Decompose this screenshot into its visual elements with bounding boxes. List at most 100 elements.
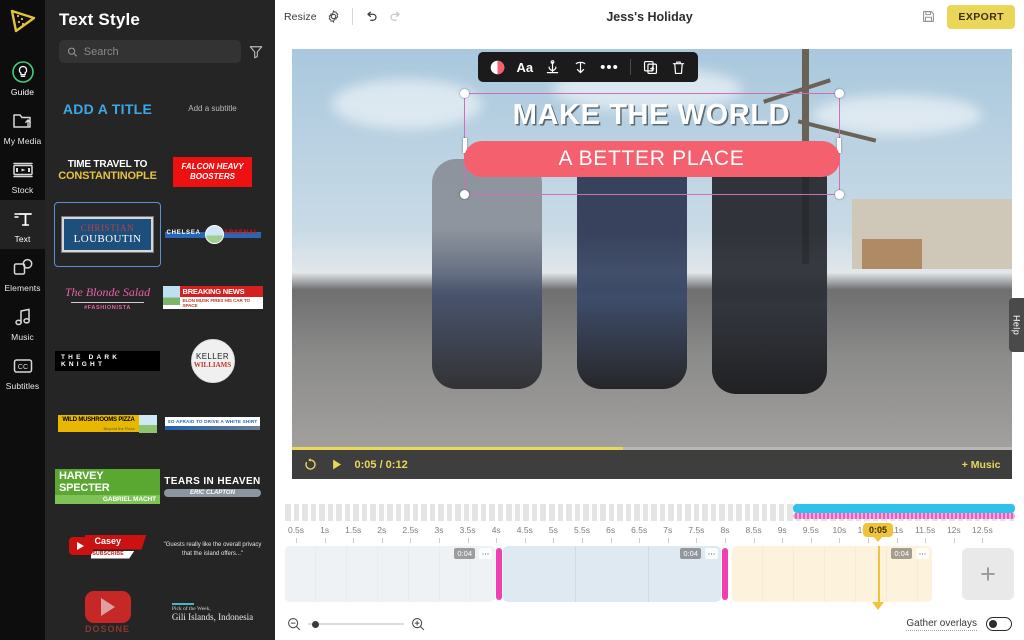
ruler-ticks (275, 538, 1024, 544)
text-template-chelsea-arsenal[interactable]: CHELSEA ARSENAL (160, 203, 265, 266)
trash-icon[interactable] (670, 59, 687, 76)
ruler-tick (839, 538, 841, 543)
top-toolbar: Resize Jess's Holiday EXPORT (275, 0, 1024, 33)
app-logo[interactable] (9, 8, 37, 39)
folder-upload-icon (12, 114, 31, 128)
loop-icon[interactable] (303, 457, 318, 472)
timeline-ruler[interactable]: 0.5s 1s 1.5s 2s 2.5s 3s 3.5s 4s 4.5s 5s 5.5s 6s 6.5s… (275, 498, 1024, 546)
ruler-tick (296, 538, 297, 543)
clip-duration: 0:04 (680, 548, 701, 559)
sidebar-item-guide[interactable]: Guide (0, 53, 45, 102)
overlay-text-line2[interactable]: A BETTER PLACE (463, 141, 840, 177)
video-preview[interactable]: Aa ••• MAKE THE WORLD A BETTER PLACE 0:0… (291, 49, 1012, 479)
text-template-christian-louboutin[interactable]: CHRISTIAN LOUBOUTIN (54, 202, 161, 267)
accent-line (171, 603, 194, 605)
playhead-time-badge[interactable]: 0:05 (862, 523, 894, 537)
text-template-breaking-news[interactable]: BREAKING NEWS ELON MUSK FIRES HIS CAR TO… (160, 266, 265, 329)
text-template-the-blonde-salad[interactable]: The Blonde Salad #FASHIONISTA (55, 266, 160, 329)
text-template-dosone-youtube[interactable]: DOSONE (55, 581, 160, 640)
floppy-save-icon[interactable] (921, 9, 936, 24)
ruler-label: 6s (606, 525, 616, 535)
playback-bar: 0:05 / 0:12 + Music (291, 447, 1012, 479)
sidebar-item-subtitles[interactable]: CC Subtitles (0, 347, 45, 396)
resize-handle-bottom-right[interactable] (834, 190, 844, 199)
font-button[interactable]: Aa (517, 61, 534, 74)
text-style-panel: Text Style ADD A TITLE Add a subtitle (45, 0, 275, 640)
text-tool-icon (13, 213, 32, 226)
text-template-keller-williams[interactable]: KELLER WILLIAMS (160, 329, 265, 392)
resize-handle-bottom-left[interactable] (459, 190, 469, 199)
clip-duration: 0:04 (891, 548, 912, 559)
zoom-in-icon[interactable] (411, 617, 425, 631)
resize-handle-top-right[interactable] (834, 89, 844, 98)
ruler-label: 3.5s (459, 525, 476, 535)
zoom-slider-knob[interactable] (312, 620, 319, 628)
clip-menu-icon[interactable]: ⋯ (479, 548, 492, 559)
sidebar-item-elements[interactable]: Elements (0, 249, 45, 298)
youtube-play-icon (84, 590, 131, 623)
export-button[interactable]: EXPORT (947, 4, 1015, 29)
trim-handle-left[interactable] (496, 548, 502, 600)
text-template-the-dark-knight[interactable]: THE DARK KNIGHT (55, 329, 160, 392)
resize-button[interactable]: Resize (284, 11, 317, 23)
text-template-time-travel-constantinople[interactable]: TIME TRAVEL TO CONSTANTINOPLE (55, 140, 160, 203)
overlay-track-bar-top[interactable] (793, 504, 1015, 513)
ruler-label: 1s (320, 525, 330, 535)
ellipsis-icon[interactable]: ••• (600, 60, 619, 75)
sidebar-item-text[interactable]: Text (0, 200, 45, 249)
gear-icon[interactable] (326, 9, 341, 24)
ruler-tick (496, 538, 498, 543)
toolbar-divider (351, 8, 353, 25)
ruler-tick (467, 538, 469, 543)
text-template-add-a-subtitle[interactable]: Add a subtitle (160, 77, 265, 140)
filter-funnel-icon[interactable] (249, 45, 263, 59)
text-template-falcon-heavy-boosters[interactable]: FALCON HEAVY BOOSTERS (160, 140, 265, 203)
zoom-out-icon[interactable] (287, 617, 301, 631)
text-template-harvey-specter[interactable]: HARVEY SPECTER GABRIEL MACHT (55, 455, 160, 518)
sidebar-item-my-media[interactable]: My Media (0, 102, 45, 151)
sidebar-item-stock[interactable]: Stock (0, 151, 45, 200)
clip-menu-icon[interactable]: ⋯ (705, 548, 718, 559)
search-box[interactable] (59, 40, 241, 63)
preview-progress-track[interactable] (291, 447, 1012, 450)
overlay-track-bar-bottom[interactable] (793, 513, 1015, 519)
music-note-icon (14, 308, 30, 326)
play-icon[interactable] (329, 457, 344, 472)
shapes-icon (13, 258, 32, 275)
trim-handle-right[interactable] (722, 548, 728, 600)
text-template-gili-islands[interactable]: Pick of the Week, Gili Islands, Indonesi… (160, 581, 265, 640)
text-template-add-a-title[interactable]: ADD A TITLE (55, 77, 160, 140)
sidebar-item-label: Music (11, 332, 34, 342)
ruler-label: 8.5s (745, 525, 762, 535)
zoom-slider[interactable] (308, 617, 404, 631)
ruler-label: 5s (548, 525, 558, 535)
overlay-text-line1[interactable]: MAKE THE WORLD (464, 99, 840, 132)
animation-arrow-icon[interactable] (572, 59, 589, 76)
text-template-so-afraid-to-drive[interactable]: SO AFRAID TO DRIVE A WHITE SHIRT (160, 392, 265, 455)
half-circle-color-icon[interactable] (489, 59, 506, 76)
playhead-line[interactable] (878, 546, 880, 604)
sidebar-item-music[interactable]: Music (0, 298, 45, 347)
duplicate-icon[interactable] (642, 59, 659, 76)
anchor-align-icon[interactable] (544, 59, 561, 76)
undo-arrow-icon[interactable] (364, 9, 379, 24)
ruler-tick (353, 538, 355, 543)
help-tab[interactable]: Help (1009, 298, 1024, 352)
search-input[interactable] (83, 45, 233, 58)
table-row[interactable]: 0:04 ⋯ (732, 546, 932, 602)
table-row[interactable]: 0:04 ⋯ (503, 546, 721, 602)
ruler-label: 11.5s (915, 525, 936, 535)
text-template-casey-subscribe[interactable]: Casey SUBSCRIBE (55, 518, 160, 581)
redo-arrow-icon[interactable] (388, 9, 403, 24)
news-thumbnail (162, 286, 180, 305)
resize-handle-top-left[interactable] (459, 89, 469, 98)
text-template-wild-mushrooms-pizza[interactable]: WILD MUSHROOMS PIZZA Beyond the Pizza (55, 392, 160, 455)
text-template-guest-quote[interactable]: "Guests really like the overall privacy … (160, 518, 265, 581)
gather-overlays-toggle[interactable] (986, 617, 1012, 631)
clip-menu-icon[interactable]: ⋯ (916, 548, 929, 559)
text-template-tears-in-heaven[interactable]: TEARS IN HEAVEN ERIC CLAPTON (160, 455, 265, 518)
table-row[interactable]: 0:04 ⋯ (285, 546, 495, 602)
ruler-label: 8s (720, 525, 730, 535)
add-clip-button[interactable]: + (962, 548, 1014, 600)
add-music-button[interactable]: + Music (962, 459, 1001, 471)
